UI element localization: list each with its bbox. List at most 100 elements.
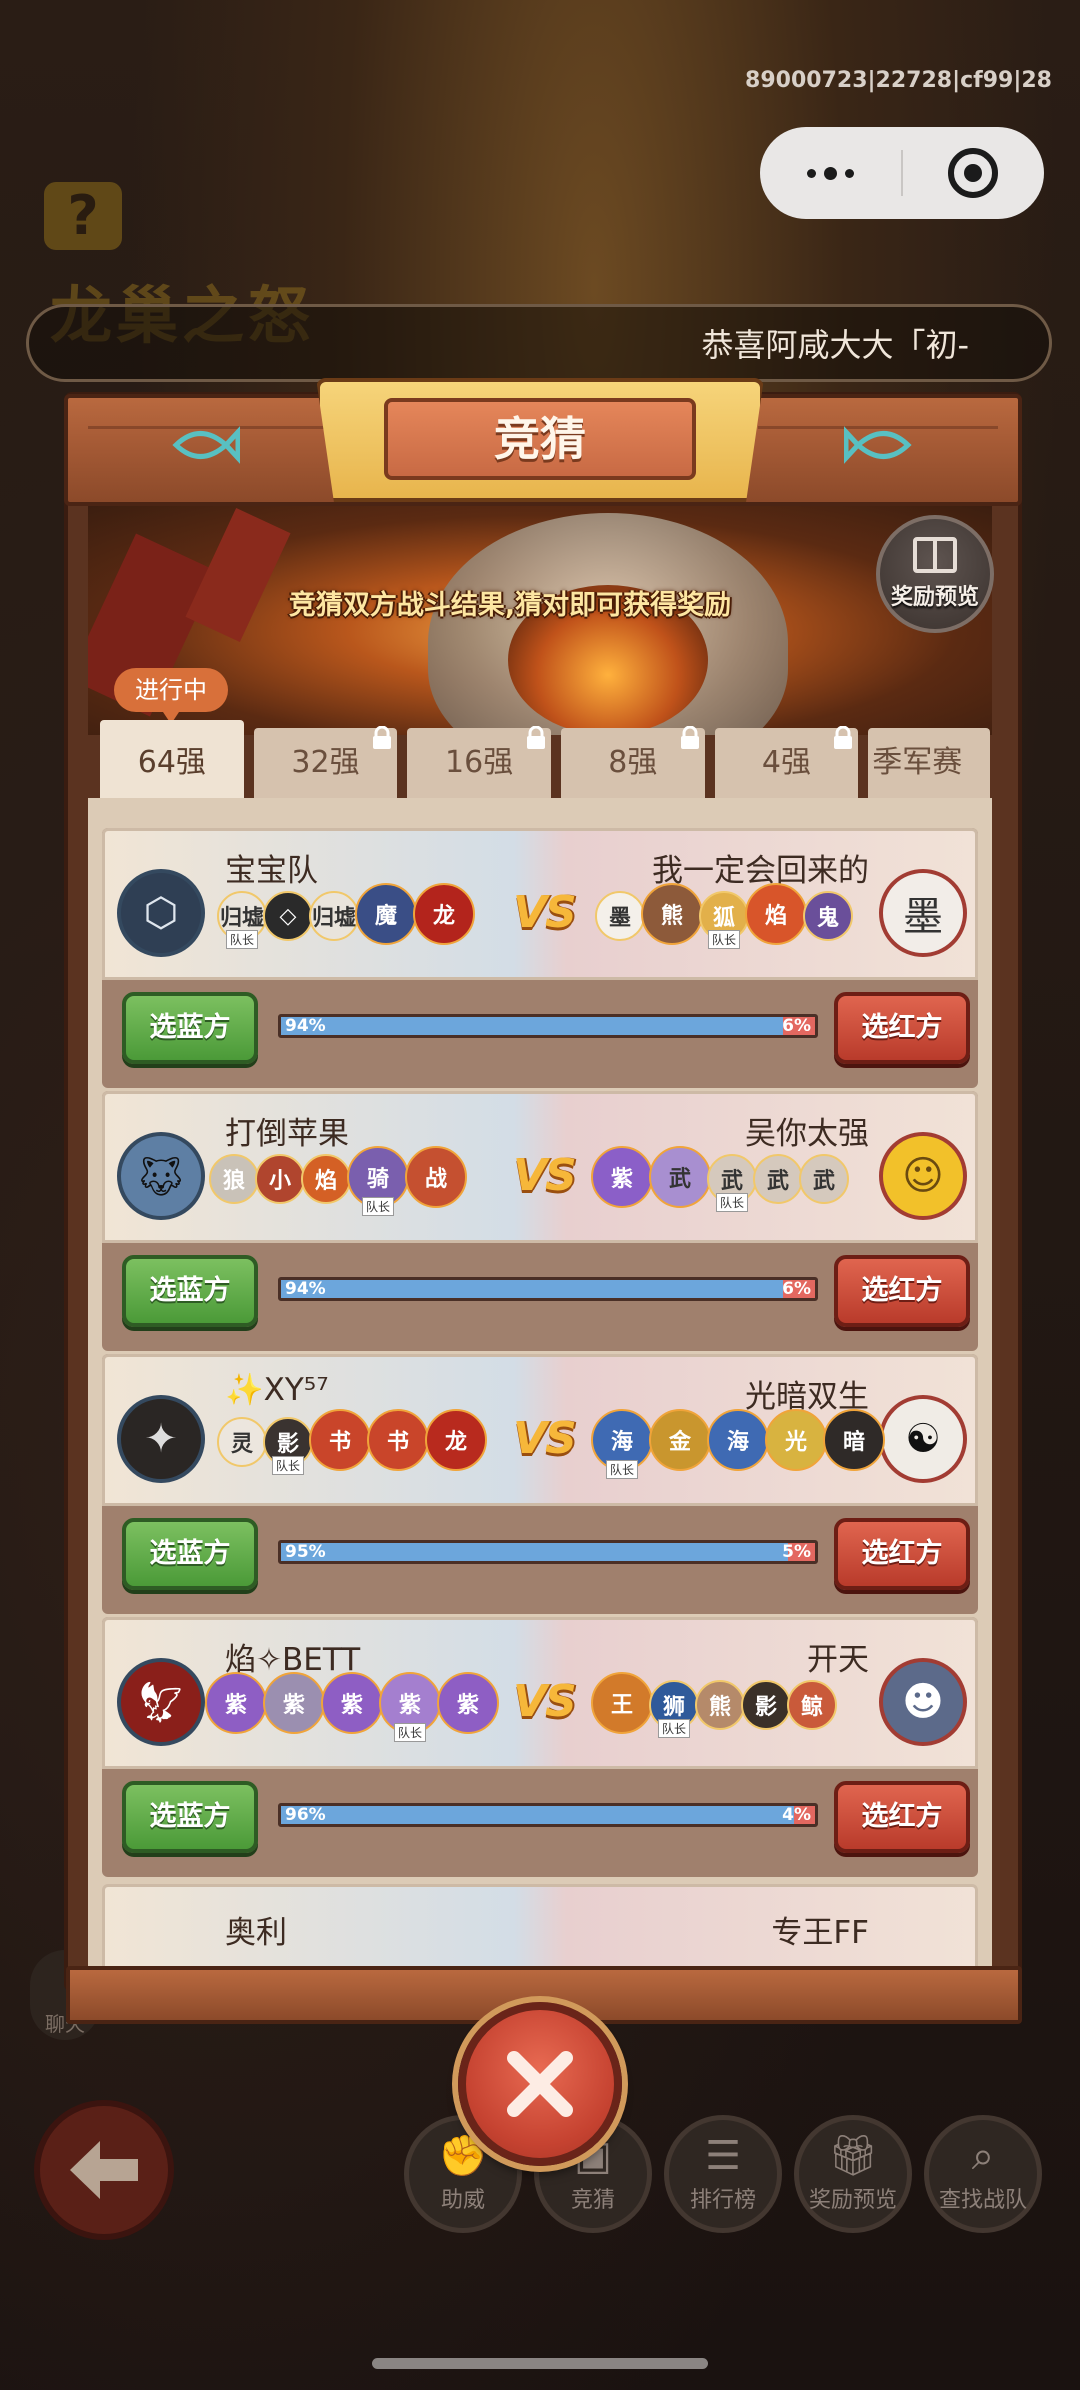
- tab-32[interactable]: 32强: [253, 726, 398, 798]
- hero-icon: ◇: [263, 891, 313, 941]
- tab-label: 4强: [761, 745, 811, 780]
- back-arrow-icon[interactable]: [34, 2100, 174, 2240]
- red-team-name: 专王FF: [771, 1915, 869, 1951]
- blue-heroes: 灵 影队长 书 书 龙: [217, 1409, 487, 1475]
- tab-label: 64强: [137, 745, 206, 780]
- hero-icon: 焰: [745, 883, 807, 945]
- captain-tag: 队长: [657, 1719, 691, 1738]
- tab-8[interactable]: 8强: [560, 726, 705, 798]
- blue-team-name: 宝宝队: [225, 853, 318, 889]
- reward-preview-button[interactable]: 奖励预览: [876, 515, 994, 633]
- red-team-avatar: ☻: [879, 1658, 967, 1746]
- captain-tag: 队长: [605, 1460, 639, 1479]
- target-circle-icon[interactable]: [903, 127, 1044, 219]
- hero-icon: 紫: [321, 1672, 383, 1734]
- odds-blue-fill: [281, 1280, 783, 1298]
- hero-icon: 书: [367, 1409, 429, 1471]
- modal-title: 竞猜: [384, 398, 696, 480]
- red-heroes: 海队长 金 海 光 暗: [591, 1409, 885, 1479]
- hero-icon: 金: [649, 1409, 711, 1471]
- round-tabs: 64强 32强 16强 8强 4强 季军赛: [100, 720, 990, 798]
- hero-icon: 海队长: [591, 1409, 653, 1479]
- match-header: ✦ ✨XY⁵⁷ 光暗双生 ☯ 灵 影队长 书 书 龙 VS 海队长 金 海 光 …: [102, 1354, 978, 1506]
- more-dots-icon[interactable]: [760, 127, 901, 219]
- hero-icon: 骑队长: [347, 1146, 409, 1216]
- blue-team-avatar: ✦: [117, 1395, 205, 1483]
- red-heroes: 紫 武 武队长 武 武: [591, 1146, 849, 1212]
- hero-icon: 武队长: [707, 1154, 757, 1212]
- gift-icon: 🎁︎: [827, 2133, 879, 2179]
- pick-blue-button[interactable]: 选蓝方: [122, 1781, 258, 1853]
- close-icon: [507, 2051, 573, 2117]
- vs-label: VS: [513, 887, 577, 938]
- lock-icon: [526, 726, 545, 749]
- odds-blue-fill: [281, 1543, 789, 1561]
- banner-caption: 竞猜双方战斗结果,猜对即可获得奖励: [288, 590, 732, 621]
- hero-icon: 魔: [355, 883, 417, 945]
- hero-icon: 鬼: [803, 891, 853, 941]
- nav-search-icon[interactable]: ⌕ 查找战队: [924, 2115, 1042, 2233]
- hero-icon: 武: [753, 1154, 803, 1204]
- debug-id: 89000723|22728|cf99|28: [745, 68, 1052, 93]
- match-card: ✦ ✨XY⁵⁷ 光暗双生 ☯ 灵 影队长 书 书 龙 VS 海队长 金 海 光 …: [102, 1354, 978, 1614]
- match-card-partial: 奥利 专王FF: [102, 1884, 978, 1966]
- red-heroes: 王 狮队长 熊 影 鲸: [591, 1672, 837, 1738]
- nav-gift-icon[interactable]: 🎁︎ 奖励预览: [794, 2115, 912, 2233]
- lock-icon: [680, 726, 699, 749]
- red-percent: 6%: [782, 1016, 811, 1036]
- help-button[interactable]: ?: [44, 182, 122, 250]
- blue-percent: 96%: [285, 1805, 326, 1825]
- pick-blue-button[interactable]: 选蓝方: [122, 992, 258, 1064]
- hero-icon: 紫: [205, 1672, 267, 1734]
- red-team-avatar: ☯: [879, 1395, 967, 1483]
- blue-heroes: 狼 小 焰 骑队长 战: [209, 1146, 467, 1216]
- match-card: 🦅︎ 焰✧BETT 开天 ☻ 紫 紫 紫 紫队长 紫 VS 王 狮队长 熊 影 …: [102, 1617, 978, 1877]
- tab-16[interactable]: 16强: [407, 726, 551, 798]
- match-list: ⬡ 宝宝队 我一定会回来的 墨 归墟 队长 ◇ 归墟 魔 龙 VS 墨 熊 狐队长…: [88, 798, 992, 1966]
- close-button[interactable]: [458, 2002, 622, 2166]
- pick-red-button[interactable]: 选红方: [834, 1781, 970, 1853]
- hero-icon: 影: [741, 1680, 791, 1730]
- hero-icon: 龙: [425, 1409, 487, 1471]
- miniprogram-capsule: [760, 127, 1044, 219]
- hero-icon: 武: [649, 1146, 711, 1208]
- red-percent: 5%: [782, 1542, 811, 1562]
- home-indicator: [372, 2358, 708, 2369]
- hero-icon: 焰: [301, 1154, 351, 1204]
- red-heroes: 墨 熊 狐队长 焰 鬼: [595, 883, 853, 949]
- red-percent: 6%: [782, 1279, 811, 1299]
- red-team-name: 开天: [807, 1642, 869, 1678]
- vs-label: VS: [513, 1676, 577, 1727]
- hero-icon: 紫: [591, 1146, 653, 1208]
- blue-heroes: 归墟 队长 ◇ 归墟 魔 龙: [217, 883, 475, 949]
- hero-icon: 战: [405, 1146, 467, 1208]
- nav-list-icon[interactable]: ☰ 排行榜: [664, 2115, 782, 2233]
- pick-blue-button[interactable]: 选蓝方: [122, 1518, 258, 1590]
- tab-third-place[interactable]: 季军赛: [868, 728, 990, 798]
- odds-bar: 95% 5%: [278, 1540, 818, 1564]
- hero-icon: 王: [591, 1672, 653, 1734]
- gift-icon: [913, 537, 957, 573]
- pick-red-button[interactable]: 选红方: [834, 1255, 970, 1327]
- red-percent: 4%: [782, 1805, 811, 1825]
- blue-percent: 95%: [285, 1542, 326, 1562]
- pick-blue-button[interactable]: 选蓝方: [122, 1255, 258, 1327]
- list-icon: ☰: [705, 2133, 741, 2179]
- lock-icon: [834, 726, 853, 749]
- reward-preview-label: 奖励预览: [890, 585, 979, 610]
- pick-red-button[interactable]: 选红方: [834, 992, 970, 1064]
- nav-label: 竞猜: [570, 2188, 615, 2213]
- match-header: 🐺︎ 打倒苹果 吴你太强 ☺ 狼 小 焰 骑队长 战 VS 紫 武 武队长 武 …: [102, 1091, 978, 1243]
- pick-red-button[interactable]: 选红方: [834, 1518, 970, 1590]
- marquee-text: 恭喜阿咸大大「初-: [701, 326, 969, 364]
- red-team-name: 吴你太强: [745, 1116, 869, 1152]
- announcement-marquee: 恭喜阿咸大大「初-: [26, 304, 1052, 382]
- match-card: 🐺︎ 打倒苹果 吴你太强 ☺ 狼 小 焰 骑队长 战 VS 紫 武 武队长 武 …: [102, 1091, 978, 1351]
- nav-label: 助威: [440, 2188, 485, 2213]
- tab-label: 季军赛: [872, 745, 963, 780]
- search-icon: ⌕: [971, 2133, 995, 2179]
- tab-4[interactable]: 4强: [714, 726, 859, 798]
- hero-icon: 墨: [595, 891, 645, 941]
- tab-64[interactable]: 64强: [100, 720, 244, 798]
- hero-icon: 鲸: [787, 1680, 837, 1730]
